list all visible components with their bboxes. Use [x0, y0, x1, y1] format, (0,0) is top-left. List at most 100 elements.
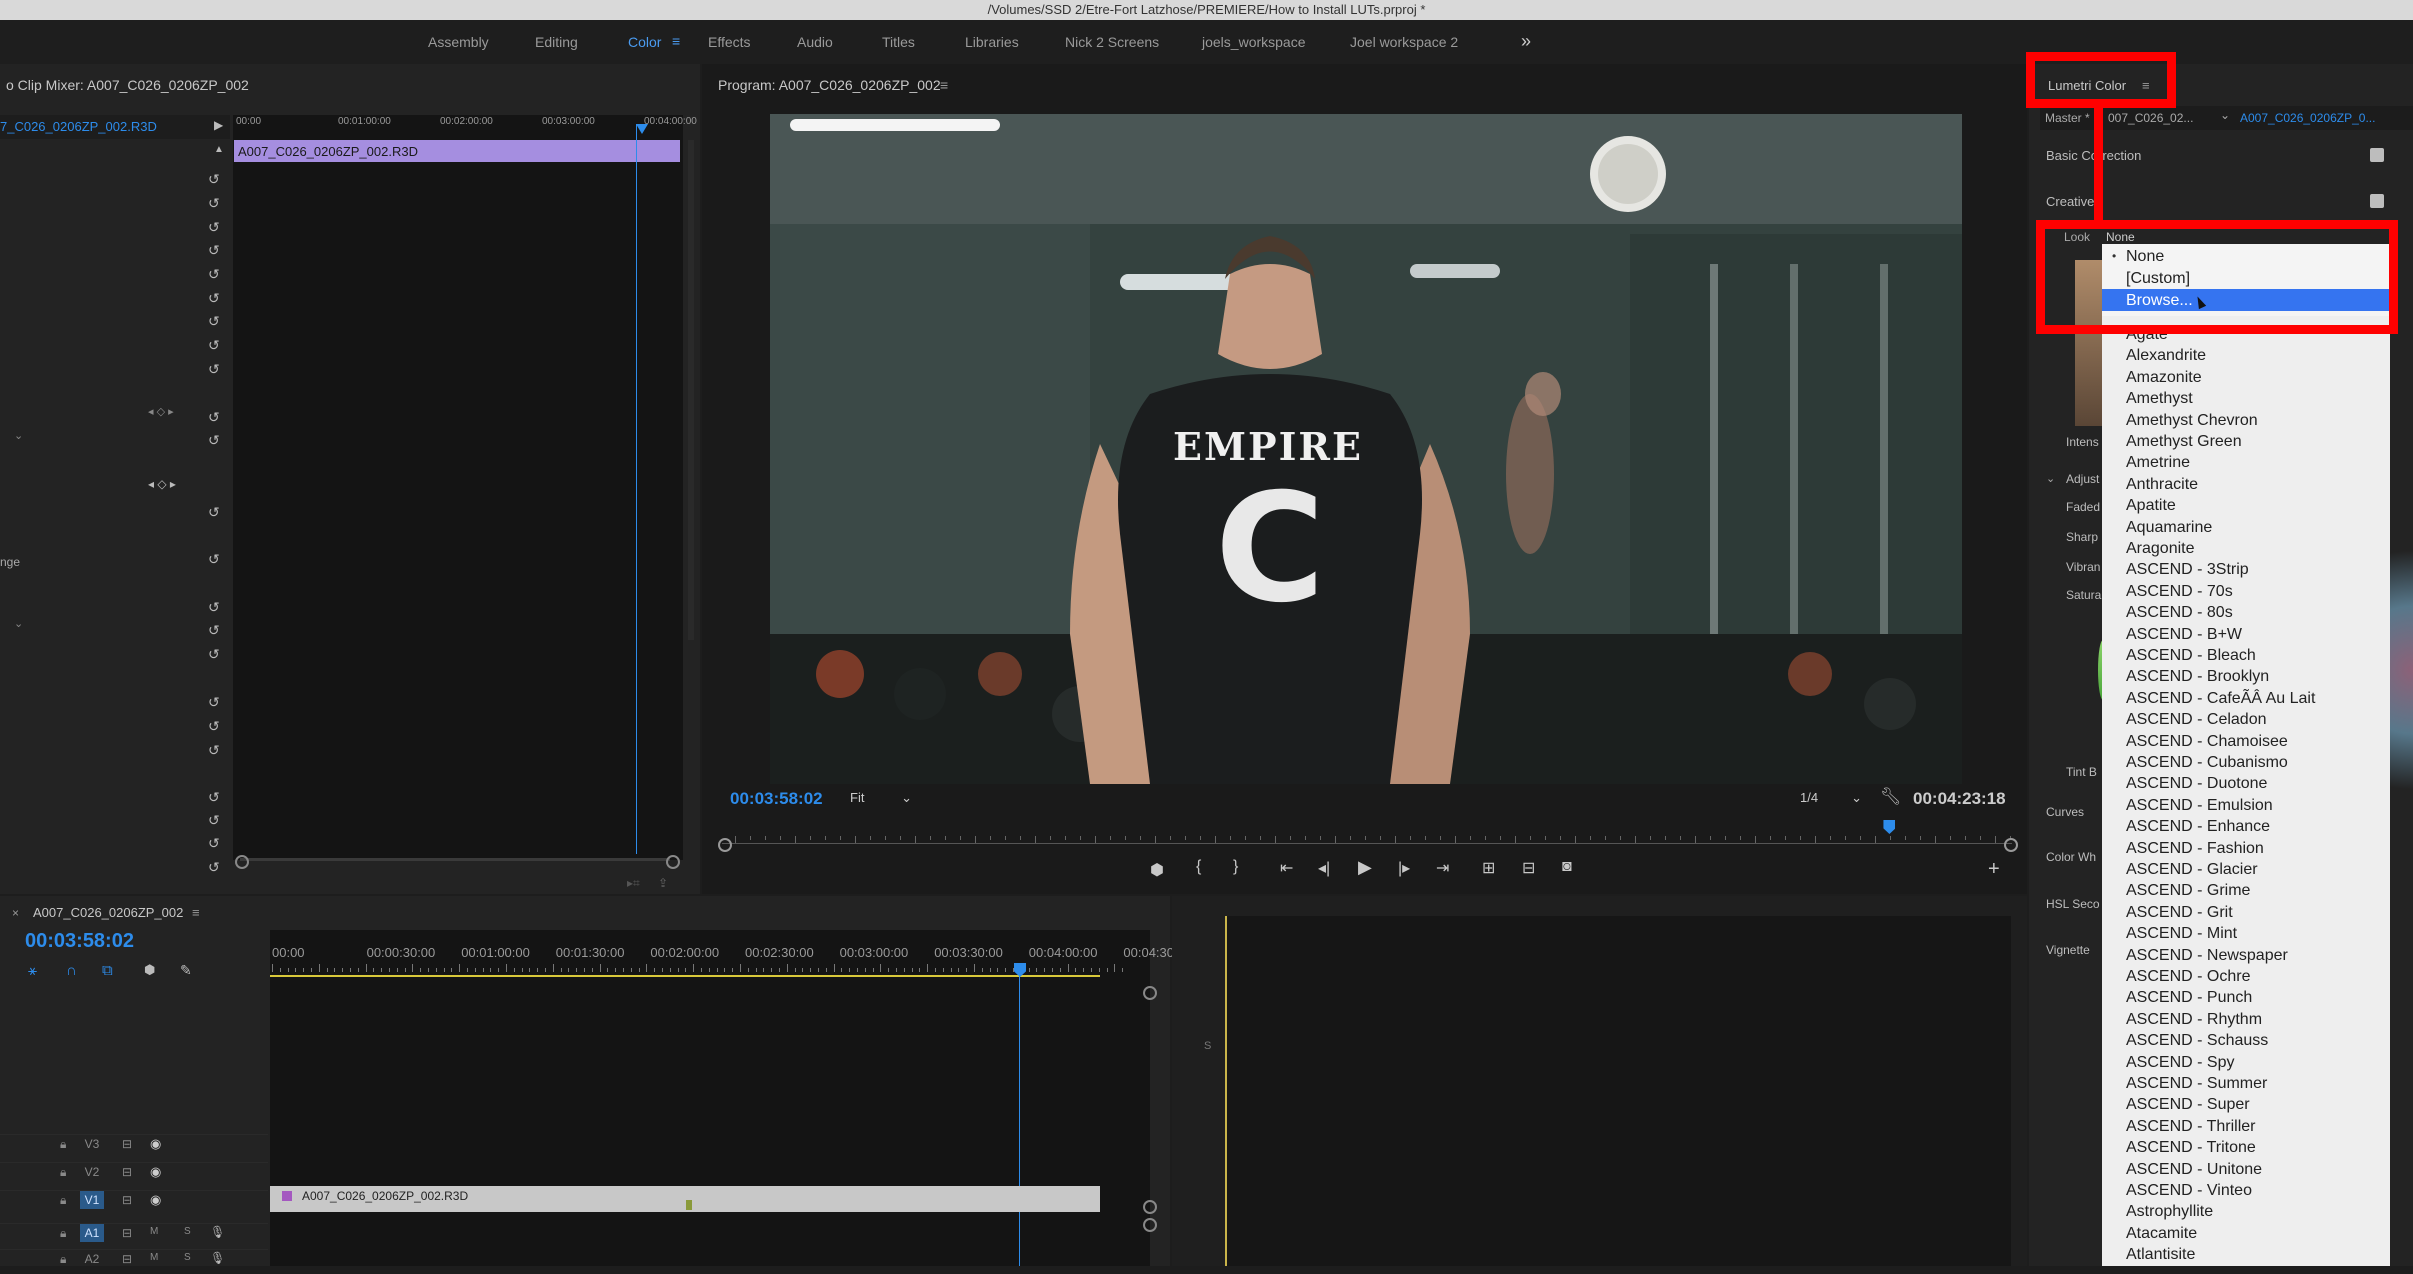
share-icon[interactable]: ⇪	[658, 876, 668, 890]
dropdown-item[interactable]: ASCEND - Celadon	[2126, 709, 2267, 731]
param-chevron-icon[interactable]: ⌄	[14, 617, 23, 630]
dropdown-item[interactable]: Anthracite	[2126, 474, 2198, 496]
dropdown-item[interactable]: ASCEND - Tritone	[2126, 1137, 2256, 1159]
dropdown-item[interactable]: ASCEND - Ochre	[2126, 966, 2250, 988]
dropdown-item[interactable]: ASCEND - Cubanismo	[2126, 752, 2288, 774]
extract-icon[interactable]: ⊟	[1522, 858, 1535, 878]
workspace-tab-joel-workspace-2[interactable]: Joel workspace 2	[1350, 34, 1458, 50]
dropdown-item[interactable]: ASCEND - 70s	[2126, 581, 2233, 603]
timeline-zoom-handle[interactable]	[1143, 1200, 1157, 1214]
fit-select[interactable]: Fit ⌄	[850, 790, 916, 810]
reset-icon[interactable]: ↺	[208, 291, 222, 305]
look-dropdown-list[interactable]: • None [Custom] Browse... Agate Alexandrite…	[2102, 244, 2390, 1266]
clip-mixer-scrollbar[interactable]	[688, 140, 694, 640]
dropdown-item[interactable]: Alexandrite	[2126, 345, 2206, 367]
collapse-up-icon[interactable]: ▲	[214, 144, 224, 155]
reset-icon[interactable]: ↺	[208, 267, 222, 281]
add-button-icon[interactable]: +	[1988, 858, 2000, 881]
resolution-select[interactable]: 1/4 ⌄	[1800, 790, 1866, 810]
add-marker-icon[interactable]: ⬢	[1150, 860, 1164, 880]
dropdown-item[interactable]: ASCEND - 3Strip	[2126, 559, 2249, 581]
workspace-tab-joels-workspace[interactable]: joels_workspace	[1202, 34, 1306, 50]
snap-icon[interactable]: ⚹	[28, 962, 37, 979]
clip-name[interactable]: 7_C026_0206ZP_002.R3D	[0, 119, 157, 134]
clip-mixer-title[interactable]: o Clip Mixer: A007_C026_0206ZP_002	[6, 77, 249, 93]
reset-icon[interactable]: ↺	[208, 719, 222, 733]
panel-menu-icon[interactable]: ≡	[672, 33, 680, 49]
lift-icon[interactable]: ⊞	[1482, 858, 1495, 878]
panel-menu-icon[interactable]: ≡	[940, 77, 948, 93]
lock-icon[interactable]: 🔒︎	[60, 1137, 66, 1152]
workspace-tab-audio[interactable]: Audio	[797, 34, 833, 50]
go-to-in-icon[interactable]: ⇤	[1280, 858, 1293, 878]
dropdown-item[interactable]: ASCEND - Bleach	[2126, 645, 2256, 667]
program-monitor-title[interactable]: Program: A007_C026_0206ZP_002	[718, 77, 941, 93]
work-area-bar[interactable]	[270, 975, 1100, 977]
dropdown-item[interactable]: ASCEND - Glacier	[2126, 859, 2258, 881]
panel-menu-icon[interactable]: ≡	[192, 905, 200, 920]
reset-icon[interactable]: ↺	[208, 362, 222, 376]
track-target-v2[interactable]: V2	[80, 1163, 104, 1181]
clip-mixer-zoom-bar[interactable]	[240, 858, 670, 861]
dropdown-item[interactable]: ASCEND - Spy	[2126, 1052, 2234, 1074]
dropdown-item[interactable]: Amethyst Green	[2126, 431, 2242, 453]
program-current-time[interactable]: 00:03:58:02	[730, 789, 823, 809]
dropdown-item[interactable]: Atlantisite	[2126, 1244, 2195, 1266]
scrubber-start-handle[interactable]	[718, 838, 732, 852]
dropdown-item[interactable]: ASCEND - Emulsion	[2126, 795, 2273, 817]
linked-selection-icon[interactable]: ⧉	[102, 962, 113, 979]
reset-icon[interactable]: ↺	[208, 647, 222, 661]
lumetri-section-header[interactable]: Vignette	[2046, 943, 2102, 957]
mute-button[interactable]: M	[150, 1226, 158, 1237]
settings-wrench-icon[interactable]: ✎	[180, 962, 192, 979]
dropdown-item[interactable]: Aragonite	[2126, 538, 2195, 560]
lumetri-section-header[interactable]: HSL Seco	[2046, 897, 2102, 911]
mute-button[interactable]: M	[150, 1252, 158, 1263]
reset-icon[interactable]: ↺	[208, 338, 222, 352]
basic-correction-checkbox[interactable]	[2370, 148, 2384, 162]
play-arrow-icon[interactable]: ▶	[214, 118, 223, 132]
solo-button[interactable]: S	[184, 1226, 191, 1237]
mark-in-icon[interactable]: {	[1196, 858, 1201, 876]
dropdown-item[interactable]: ASCEND - Duotone	[2126, 773, 2267, 795]
dropdown-item[interactable]: ASCEND - Chamoisee	[2126, 731, 2288, 753]
lock-icon[interactable]: 🔒︎	[60, 1226, 66, 1241]
timeline-zoom-handle[interactable]	[1143, 1218, 1157, 1232]
dropdown-item[interactable]: ASCEND - Punch	[2126, 987, 2252, 1009]
reset-icon[interactable]: ↺	[208, 172, 222, 186]
dropdown-item[interactable]: ASCEND - Mint	[2126, 923, 2237, 945]
dropdown-item[interactable]: Astrophyllite	[2126, 1201, 2213, 1223]
reset-icon[interactable]: ↺	[208, 623, 222, 637]
dropdown-item[interactable]: ASCEND - Super	[2126, 1094, 2250, 1116]
reset-icon[interactable]: ↺	[208, 410, 222, 424]
dropdown-item[interactable]: Aquamarine	[2126, 517, 2212, 539]
creative-checkbox[interactable]	[2370, 194, 2384, 208]
dropdown-item[interactable]: ASCEND - Newspaper	[2126, 945, 2288, 967]
workspace-tab-editing[interactable]: Editing	[535, 34, 578, 50]
workspace-overflow-button[interactable]: »	[1521, 31, 1531, 52]
camera-icon[interactable]: ◙	[1562, 858, 1572, 876]
zoom-handle-left[interactable]	[235, 855, 249, 869]
dropdown-item[interactable]: Ametrine	[2126, 452, 2190, 474]
lumetri-section-creative[interactable]: Creative	[2046, 194, 2094, 209]
dropdown-item[interactable]: ASCEND - Unitone	[2126, 1159, 2262, 1181]
track-target-v3[interactable]: V3	[80, 1135, 104, 1153]
scrubber-end-handle[interactable]	[2004, 838, 2018, 852]
chevron-down-icon[interactable]: ⌄	[2220, 108, 2230, 122]
microphone-icon[interactable]: 🎙︎	[210, 1251, 225, 1265]
dropdown-item[interactable]: Apatite	[2126, 495, 2176, 517]
wrench-icon[interactable]: 🔧︎	[1880, 787, 1902, 807]
lock-icon[interactable]: 🔒︎	[60, 1252, 66, 1267]
track-target-a1[interactable]: A1	[80, 1224, 104, 1242]
solo-button[interactable]: S	[184, 1252, 191, 1263]
reset-icon[interactable]: ↺	[208, 505, 222, 519]
sync-lock-icon[interactable]: ⊟	[122, 1193, 132, 1207]
reset-icon[interactable]: ↺	[208, 790, 222, 804]
adjustments-chevron-icon[interactable]: ⌄	[2046, 472, 2055, 485]
reset-icon[interactable]: ↺	[208, 433, 222, 447]
play-icon[interactable]: ▶	[1358, 857, 1372, 878]
dropdown-item[interactable]: ASCEND - Enhance	[2126, 816, 2270, 838]
go-to-out-icon[interactable]: ⇥	[1436, 858, 1449, 878]
dropdown-item[interactable]: ASCEND - Brooklyn	[2126, 666, 2269, 688]
timeline-sequence-name[interactable]: A007_C026_0206ZP_002	[33, 905, 183, 920]
